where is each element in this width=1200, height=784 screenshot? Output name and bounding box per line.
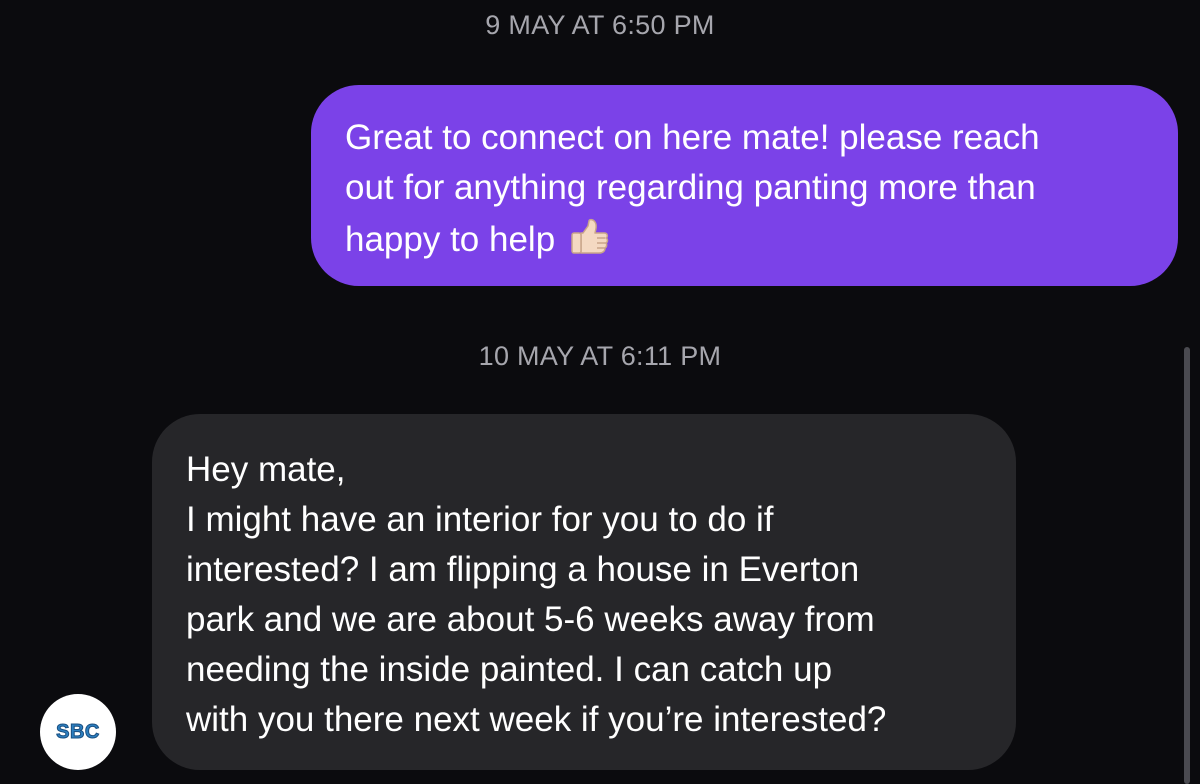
message-text: happy to help <box>345 220 556 259</box>
chat-thread: 9 MAY AT 6:50 PM Great to connect on her… <box>0 0 1200 784</box>
incoming-message-bubble[interactable]: Hey mate, I might have an interior for y… <box>152 414 1016 770</box>
message-text-line: interested? I am flipping a house in Eve… <box>186 550 860 589</box>
message-text-line: park and we are about 5-6 weeks away fro… <box>186 600 875 639</box>
message-timestamp: 10 MAY AT 6:11 PM <box>478 341 722 371</box>
message-timestamp: 9 MAY AT 6:50 PM <box>485 10 715 40</box>
avatar[interactable]: SBC <box>40 694 116 770</box>
message-text-line: Great to connect on here mate! please re… <box>345 118 1040 157</box>
message-text-line: happy to help <box>345 213 1158 265</box>
message-text-line: Hey mate, <box>186 450 346 489</box>
message-text-line: with you there next week if you’re inter… <box>186 700 887 739</box>
scrollbar[interactable] <box>1184 347 1190 784</box>
message-text-line: out for anything regarding panting more … <box>345 168 1036 207</box>
avatar-logo-text: SBC <box>56 721 100 743</box>
message-text-line: I might have an interior for you to do i… <box>186 500 774 539</box>
message-text-line: needing the inside painted. I can catch … <box>186 650 833 689</box>
thumbs-up-icon <box>571 218 609 254</box>
outgoing-message-bubble[interactable]: Great to connect on here mate! please re… <box>311 85 1178 286</box>
